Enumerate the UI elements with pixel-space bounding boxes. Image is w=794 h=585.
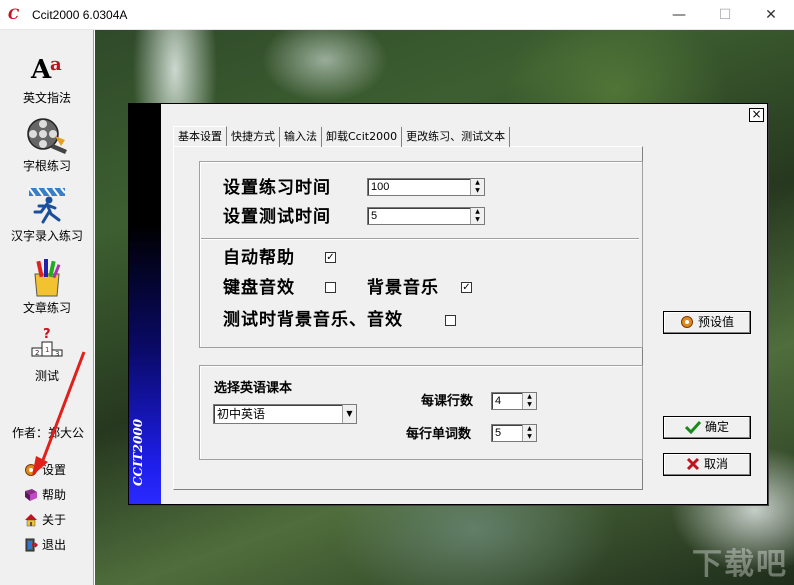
lines-per-lesson-label: 每课行数: [421, 394, 474, 409]
tab-input-method[interactable]: 输入法: [280, 127, 322, 147]
sidebar-item-english-fingering[interactable]: A a 英文指法: [0, 48, 94, 106]
sidebar-item-label: 文章练习: [22, 301, 71, 315]
ok-button[interactable]: 确定: [663, 416, 751, 439]
film-reel-icon: [27, 118, 67, 154]
window-title: Ccit2000 6.0304A: [32, 8, 128, 22]
close-window-button[interactable]: ✕: [748, 0, 794, 30]
exit-menu-item[interactable]: 退出: [24, 535, 66, 555]
english-letters-icon: A a: [30, 54, 62, 85]
tab-shortcuts[interactable]: 快捷方式: [227, 127, 280, 147]
gear-icon: [680, 316, 693, 328]
spin-down-icon[interactable]: ▼: [471, 216, 484, 224]
textbook-label: 选择英语课本: [214, 381, 293, 396]
textbook-select[interactable]: 初中英语 ▼: [213, 404, 357, 424]
sidebar-item-article-practice[interactable]: 文章练习: [0, 258, 94, 316]
spinner-arrows[interactable]: ▲ ▼: [470, 208, 484, 224]
practice-time-label: 设置练习时间: [223, 178, 331, 198]
ccit-logo-icon: C: [8, 7, 20, 23]
minimize-button[interactable]: —: [656, 0, 702, 30]
spin-up-icon[interactable]: ▲: [523, 425, 536, 433]
tab-change-texts[interactable]: 更改练习、测试文本: [402, 127, 511, 147]
test-bg-music-label: 测试时背景音乐、音效: [223, 310, 403, 330]
practice-time-spinner[interactable]: 100 ▲ ▼: [367, 178, 485, 196]
test-bg-music-checkbox[interactable]: [445, 315, 456, 326]
svg-text:a: a: [50, 54, 62, 75]
annotation-arrow: [32, 351, 86, 476]
spin-down-icon[interactable]: ▼: [523, 433, 536, 441]
runner-icon: [28, 187, 66, 224]
ok-button-label: 确定: [704, 420, 729, 434]
sidebar-item-label: 汉字录入练习: [10, 229, 83, 243]
spin-down-icon[interactable]: ▼: [523, 401, 536, 409]
spinner-arrows[interactable]: ▲ ▼: [470, 179, 484, 195]
key-sound-checkbox[interactable]: [325, 282, 336, 293]
dialog-close-button[interactable]: ×: [749, 108, 764, 122]
group-divider: [201, 238, 639, 240]
tab-strip: 基本设置 快捷方式 输入法 卸载Ccit2000 更改练习、测试文本: [173, 126, 511, 147]
lines-per-lesson-value: 4: [495, 395, 502, 407]
svg-text:?: ?: [43, 327, 51, 342]
cancel-button[interactable]: 取消: [663, 453, 751, 476]
chevron-down-icon[interactable]: ▼: [342, 405, 356, 423]
spin-up-icon[interactable]: ▲: [471, 179, 484, 187]
about-menu-item[interactable]: 关于: [24, 510, 66, 530]
words-per-line-label: 每行单词数: [406, 427, 472, 442]
bg-music-label: 背景音乐: [367, 278, 439, 298]
spin-up-icon[interactable]: ▲: [523, 393, 536, 401]
cancel-button-label: 取消: [703, 457, 728, 471]
key-sound-label: 键盘音效: [223, 278, 295, 298]
svg-text:A: A: [30, 55, 52, 85]
spin-up-icon[interactable]: ▲: [471, 208, 484, 216]
settings-dialog: CCIT2000 × 基本设置 快捷方式 输入法 卸载Ccit2000 更改练习、测试文…: [128, 103, 768, 505]
sidebar-item-chinese-input-practice[interactable]: 汉字录入练习: [0, 186, 94, 244]
banner-logo-text: CCIT2000: [131, 418, 145, 486]
spinner-arrows[interactable]: ▲ ▼: [522, 425, 536, 441]
tab-basic-settings[interactable]: 基本设置: [173, 126, 227, 146]
close-x-icon: [686, 457, 700, 471]
spinner-arrows[interactable]: ▲ ▼: [522, 393, 536, 409]
exit-icon: [25, 538, 39, 552]
help-label: 帮助: [42, 488, 67, 502]
practice-time-value: 100: [371, 181, 390, 193]
exit-label: 退出: [42, 538, 67, 552]
textbook-value: 初中英语: [217, 407, 266, 421]
bg-music-checkbox[interactable]: ✓: [461, 282, 472, 293]
about-label: 关于: [42, 513, 67, 527]
sidebar-item-label: 英文指法: [22, 91, 71, 105]
dialog-side-banner: CCIT2000: [129, 104, 161, 504]
words-per-line-spinner[interactable]: 5 ▲ ▼: [491, 424, 537, 442]
sidebar: A a 英文指法 字根练习 汉字录入练习 文章练习 ? 1 2 3 测试 作者：…: [0, 30, 94, 585]
lines-per-lesson-spinner[interactable]: 4 ▲ ▼: [491, 392, 537, 410]
book-icon: [25, 489, 37, 501]
test-time-label: 设置测试时间: [223, 207, 331, 227]
sidebar-item-label: 字根练习: [22, 159, 71, 173]
sidebar-item-radical-practice[interactable]: 字根练习: [0, 116, 94, 174]
watermark-text: 下载吧: [692, 547, 788, 582]
house-icon: [25, 514, 37, 527]
preset-button-label: 预设值: [697, 315, 734, 329]
words-per-line-value: 5: [495, 427, 502, 439]
test-time-value: 5: [371, 210, 378, 222]
checkmark-icon: [684, 420, 702, 435]
maximize-button[interactable]: ☐: [702, 0, 748, 30]
preset-button[interactable]: 预设值: [663, 311, 751, 334]
auto-help-checkbox[interactable]: ✓: [325, 252, 336, 263]
test-time-spinner[interactable]: 5 ▲ ▼: [367, 207, 485, 225]
spin-down-icon[interactable]: ▼: [471, 187, 484, 195]
tab-uninstall[interactable]: 卸载Ccit2000: [322, 127, 403, 147]
auto-help-label: 自动帮助: [223, 248, 295, 268]
pencils-icon: [34, 259, 61, 297]
help-menu-item[interactable]: 帮助: [24, 485, 66, 505]
title-bar: C Ccit2000 6.0304A — ☐ ✕: [0, 0, 794, 30]
